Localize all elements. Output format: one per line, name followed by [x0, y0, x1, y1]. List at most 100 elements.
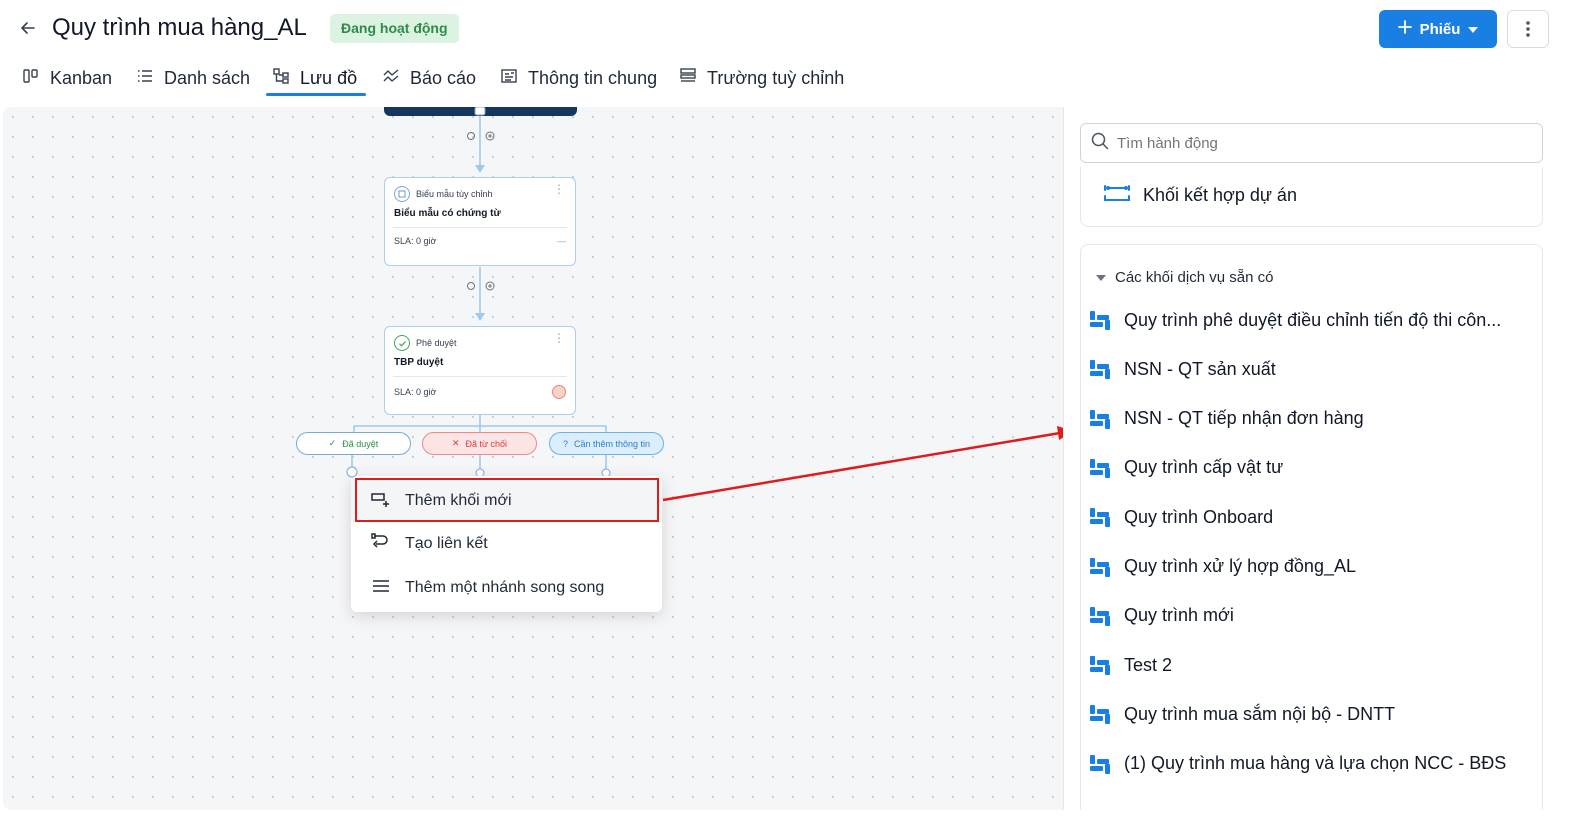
menu-item-label: Thêm khối mới: [405, 492, 512, 509]
service-item[interactable]: Quy trình xử lý hợp đồng_AL: [1088, 547, 1356, 587]
service-item[interactable]: Quy trình mới: [1088, 596, 1234, 636]
service-label: Quy trình phê duyệt điều chỉnh tiến độ t…: [1124, 309, 1502, 330]
item-label: Khối kết hợp dự án: [1143, 184, 1297, 205]
link-icon: [371, 532, 391, 556]
node-menu-icon[interactable]: ⋮: [553, 183, 565, 195]
caret-down-icon: [1095, 269, 1107, 286]
node-type: Phê duyệt: [416, 338, 457, 348]
service-label: Quy trình Onboard: [1124, 506, 1274, 527]
search-input[interactable]: [1117, 134, 1517, 152]
search-icon: [1091, 132, 1109, 155]
plus-icon: [1397, 20, 1412, 38]
menu-item-label: Thêm một nhánh song song: [405, 579, 605, 596]
node-title: Biểu mẫu có chứng từ: [393, 206, 567, 228]
service-block-icon: [1088, 308, 1112, 332]
service-block-icon: [1088, 702, 1112, 726]
node-title: TBP duyệt: [393, 355, 567, 377]
service-label: (1) Quy trình mua hàng và lựa chọn NCC -…: [1124, 753, 1507, 774]
node-type: Biểu mẫu tùy chỉnh: [416, 189, 493, 199]
branch-approved[interactable]: ✓ Đã duyệt: [296, 432, 411, 455]
service-block-icon: [1088, 604, 1112, 628]
active-tab-indicator: [266, 93, 366, 96]
tab-general-info[interactable]: Thông tin chung: [500, 60, 657, 96]
fields-icon: [679, 67, 697, 90]
service-item[interactable]: (1) Quy trình mua hàng và lựa chọn NCC -…: [1088, 744, 1506, 784]
flowchart-icon: [272, 67, 290, 90]
top-bar: Quy trình mua hàng_AL Đang hoạt động Phi…: [0, 0, 1576, 58]
service-item[interactable]: NSN - QT tiếp nhận đơn hàng: [1088, 399, 1364, 439]
branch-need-info[interactable]: ? Cần thêm thông tin: [549, 432, 664, 455]
tab-label: Kanban: [50, 67, 113, 88]
node-sla: SLA: 0 giờ: [394, 236, 437, 246]
search-box[interactable]: [1080, 123, 1543, 163]
project-block-icon: [1103, 182, 1131, 209]
action-panel: Khối kết hợp dự án Các khối dịch vụ sẵn …: [1063, 107, 1558, 810]
node-sla-extra: —: [557, 236, 566, 246]
menu-item-label: Tạo liên kết: [405, 535, 488, 552]
node-sla: SLA: 0 giờ: [394, 387, 437, 397]
check-icon: ✓: [328, 438, 337, 448]
service-label: Test 2: [1124, 654, 1173, 675]
status-badge: Đang hoạt động: [330, 14, 459, 43]
add-block-icon: [371, 491, 391, 512]
page-title: Quy trình mua hàng_AL: [52, 14, 307, 41]
tab-custom-fields[interactable]: Trường tuỳ chỉnh: [679, 60, 844, 96]
service-item[interactable]: Test 2: [1088, 645, 1172, 685]
tab-label: Thông tin chung: [528, 67, 658, 88]
service-block-icon: [1088, 555, 1112, 579]
service-label: NSN - QT tiếp nhận đơn hàng: [1124, 408, 1364, 429]
service-block-icon: [1088, 505, 1112, 529]
approval-node[interactable]: Phê duyệt ⋮ TBP duyệt SLA: 0 giờ: [384, 326, 576, 415]
form-node[interactable]: Biểu mẫu tùy chỉnh ⋮ Biểu mẫu có chứng t…: [384, 177, 576, 266]
list-icon: [136, 67, 154, 90]
service-item[interactable]: Quy trình phê duyệt điều chỉnh tiến độ t…: [1088, 300, 1501, 340]
service-item[interactable]: NSN - QT sản xuất: [1088, 349, 1276, 389]
form-icon: [394, 186, 410, 202]
service-block-icon: [1088, 407, 1112, 431]
service-item[interactable]: Quy trình Onboard: [1088, 497, 1273, 537]
chart-icon: [382, 67, 400, 90]
service-block-icon: [1088, 653, 1112, 677]
service-label: Quy trình cấp vật tư: [1124, 457, 1284, 478]
add-ticket-button[interactable]: Phiếu: [1379, 10, 1497, 48]
caret-down-icon: [1468, 21, 1479, 38]
project-block-card: Khối kết hợp dự án: [1080, 167, 1543, 227]
tab-label: Trường tuỳ chỉnh: [707, 67, 845, 88]
tab-list[interactable]: Danh sách: [136, 60, 250, 96]
back-arrow-icon[interactable]: [16, 16, 40, 40]
context-menu: Thêm khối mới Tạo liên kết Thêm một nhán…: [351, 476, 662, 612]
parallel-icon: [371, 578, 391, 599]
branch-label: Đã duyệt: [342, 438, 379, 449]
project-block-item[interactable]: Khối kết hợp dự án: [1103, 175, 1297, 215]
services-section-header[interactable]: Các khối dịch vụ sẵn có: [1095, 269, 1273, 286]
view-tabs: Kanban Danh sách Lưu đồ Báo cáo Thông ti…: [0, 60, 1000, 100]
service-label: Quy trình mới: [1124, 605, 1234, 626]
node-menu-icon[interactable]: ⋮: [553, 332, 565, 344]
branch-label: Cần thêm thông tin: [573, 438, 651, 449]
tab-report[interactable]: Báo cáo: [382, 60, 476, 96]
section-title: Các khối dịch vụ sẵn có: [1115, 269, 1274, 286]
info-icon: [500, 67, 518, 90]
service-item[interactable]: Quy trình cấp vật tư: [1088, 448, 1283, 488]
avatar: [552, 385, 566, 399]
service-label: NSN - QT sản xuất: [1124, 358, 1276, 379]
branch-rejected[interactable]: ✕ Đã từ chối: [422, 432, 537, 455]
more-options-button[interactable]: [1507, 10, 1549, 48]
service-label: Quy trình xử lý hợp đồng_AL: [1124, 556, 1356, 576]
add-parallel-branch-menu-item[interactable]: Thêm một nhánh song song: [351, 567, 662, 609]
tab-label: Lưu đồ: [300, 67, 358, 88]
service-label: Quy trình mua sắm nội bộ - DNTT: [1124, 703, 1396, 724]
service-block-icon: [1088, 357, 1112, 381]
tab-kanban[interactable]: Kanban: [22, 60, 112, 96]
branch-label: Đã từ chối: [465, 438, 508, 449]
create-link-menu-item[interactable]: Tạo liên kết: [351, 523, 662, 565]
x-icon: ✕: [451, 438, 460, 448]
tab-flowchart[interactable]: Lưu đồ: [272, 60, 357, 96]
add-new-block-menu-item[interactable]: Thêm khối mới: [351, 480, 662, 522]
tab-label: Danh sách: [164, 67, 251, 88]
service-block-icon: [1088, 752, 1112, 776]
kanban-icon: [22, 67, 40, 90]
service-block-icon: [1088, 456, 1112, 480]
ticket-button-label: Phiếu: [1419, 20, 1461, 38]
service-item[interactable]: Quy trình mua sắm nội bộ - DNTT: [1088, 694, 1395, 734]
